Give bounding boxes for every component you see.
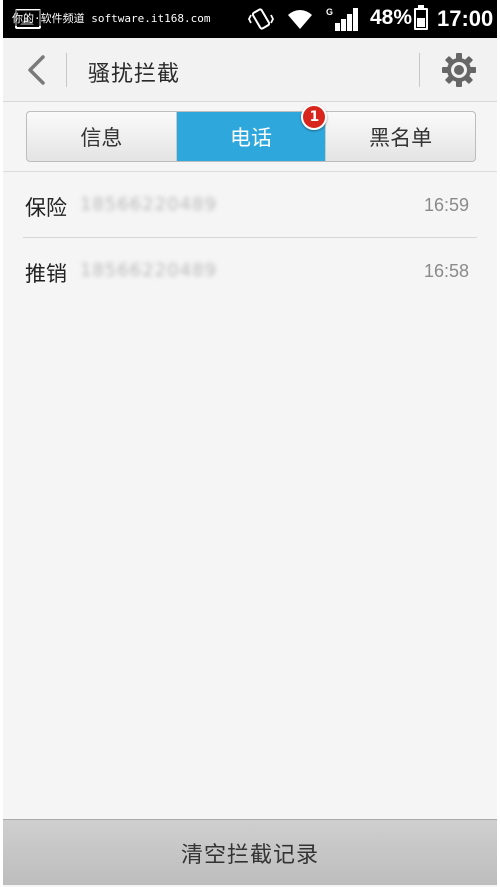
tab-label: 电话 (230, 125, 272, 150)
tab-blacklist[interactable]: 黑名单 (326, 112, 475, 161)
status-bar: 你的·软件频道 software.it168.com G 48% 17:00 (3, 0, 497, 38)
blocked-call-list: 保险 18566220489 16:59 推销 18566220489 16:5… (3, 172, 497, 304)
wifi-icon (288, 10, 312, 29)
title-divider-right (419, 53, 420, 87)
battery-fill (417, 18, 425, 27)
vibrate-icon (248, 8, 274, 30)
status-time: 17:00 (437, 6, 494, 31)
list-item[interactable]: 保险 18566220489 16:59 (23, 172, 477, 238)
tab-bar: 信息 电话 1 黑名单 (26, 104, 476, 162)
tab-messages[interactable]: 信息 (27, 112, 177, 161)
gear-icon[interactable] (441, 52, 477, 88)
signal-icon: G (326, 7, 358, 31)
battery-percent: 48% (370, 6, 413, 29)
phone-number: 18566220489 (80, 260, 217, 281)
unread-badge: 1 (301, 104, 328, 130)
page-title: 骚扰拦截 (88, 62, 181, 87)
call-tag: 保险 (25, 196, 67, 220)
list-item[interactable]: 推销 18566220489 16:58 (23, 238, 477, 304)
call-time: 16:58 (423, 261, 469, 281)
clear-records-button[interactable]: 清空拦截记录 (3, 819, 497, 885)
title-divider-left (66, 53, 67, 87)
tab-label: 黑名单 (369, 125, 433, 150)
call-time: 16:59 (423, 195, 469, 215)
call-tag: 推销 (25, 262, 67, 286)
tab-calls[interactable]: 电话 1 (176, 104, 328, 161)
watermark-text: 你的·软件频道 software.it168.com (9, 10, 214, 26)
battery-icon (414, 5, 428, 30)
phone-number: 18566220489 (80, 194, 217, 215)
chevron-left-icon[interactable] (19, 52, 55, 88)
app-screen: 你的·软件频道 software.it168.com G 48% 17:00 骚… (3, 0, 497, 887)
title-bar: 骚扰拦截 (3, 38, 497, 102)
network-type-label: G (326, 7, 333, 17)
tab-label: 信息 (80, 125, 123, 150)
